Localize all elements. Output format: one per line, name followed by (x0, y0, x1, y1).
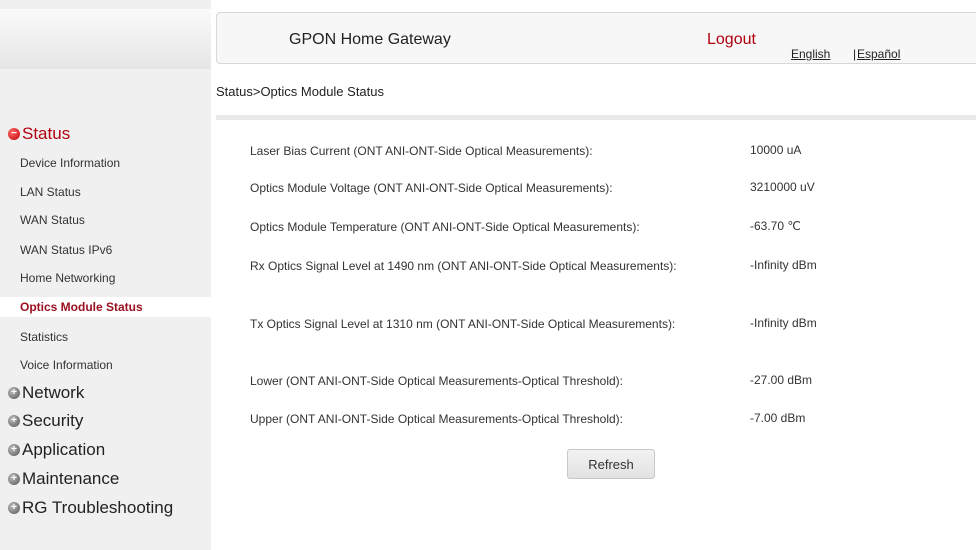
header-bar: GPON Home Gateway Logout English | Españ… (216, 12, 976, 64)
measurement-label: Lower (ONT ANI-ONT-Side Optical Measurem… (250, 374, 624, 388)
sidebar-item-home-networking[interactable]: Home Networking (20, 271, 115, 285)
sidebar: − Status Device Information LAN Status W… (0, 0, 211, 550)
section-divider (216, 115, 976, 120)
sidebar-item-device-information[interactable]: Device Information (20, 156, 120, 170)
plus-circle-icon: + (8, 415, 20, 427)
measurement-label: Upper (ONT ANI-ONT-Side Optical Measurem… (250, 412, 624, 426)
nav-section-security[interactable]: + Security (8, 411, 83, 431)
measurement-value: 3210000 uV (750, 180, 815, 194)
language-separator: | (853, 47, 857, 61)
nav-section-maintenance[interactable]: + Maintenance (8, 469, 119, 489)
sidebar-item-voice-information[interactable]: Voice Information (20, 358, 113, 372)
sidebar-item-optics-module-status[interactable]: Optics Module Status (20, 300, 143, 314)
nav-section-label: Security (22, 411, 84, 430)
sidebar-item-lan-status[interactable]: LAN Status (20, 185, 81, 199)
measurement-value: -27.00 dBm (750, 373, 813, 387)
measurement-value: -Infinity dBm (750, 316, 817, 330)
measurement-label: Laser Bias Current (ONT ANI-ONT-Side Opt… (250, 144, 593, 158)
measurement-label: Rx Optics Signal Level at 1490 nm (ONT A… (250, 259, 677, 273)
nav-section-label: Maintenance (22, 469, 120, 488)
nav-section-label: Network (22, 383, 85, 402)
measurement-value: -7.00 dBm (750, 411, 806, 425)
measurement-value: -Infinity dBm (750, 258, 817, 272)
sidebar-header (0, 9, 211, 69)
measurement-label: Tx Optics Signal Level at 1310 nm (ONT A… (250, 317, 676, 331)
sidebar-item-statistics[interactable]: Statistics (20, 330, 68, 344)
breadcrumb: Status>Optics Module Status (216, 84, 385, 99)
app-title: GPON Home Gateway (289, 31, 451, 48)
nav-section-rg-troubleshooting[interactable]: + RG Troubleshooting (8, 498, 173, 518)
nav-section-status[interactable]: − Status (8, 124, 70, 144)
measurement-label: Optics Module Temperature (ONT ANI-ONT-S… (250, 220, 640, 234)
sidebar-item-wan-status-ipv6[interactable]: WAN Status IPv6 (20, 243, 112, 257)
language-spanish-link[interactable]: Español (857, 47, 900, 61)
nav-section-network[interactable]: + Network (8, 383, 84, 403)
nav-section-label: RG Troubleshooting (22, 498, 174, 517)
nav-section-label: Application (22, 440, 106, 459)
nav-section-application[interactable]: + Application (8, 440, 105, 460)
sidebar-item-wan-status[interactable]: WAN Status (20, 213, 85, 227)
nav-section-label: Status (22, 124, 71, 143)
minus-circle-icon: − (8, 128, 20, 140)
plus-circle-icon: + (8, 502, 20, 514)
plus-circle-icon: + (8, 473, 20, 485)
measurement-value: 10000 uA (750, 143, 802, 157)
plus-circle-icon: + (8, 444, 20, 456)
refresh-button[interactable]: Refresh (567, 449, 655, 479)
language-english-link[interactable]: English (791, 47, 830, 61)
logout-link[interactable]: Logout (707, 31, 756, 49)
measurement-label: Optics Module Voltage (ONT ANI-ONT-Side … (250, 181, 613, 195)
plus-circle-icon: + (8, 387, 20, 399)
measurement-value: -63.70 ℃ (750, 219, 801, 233)
